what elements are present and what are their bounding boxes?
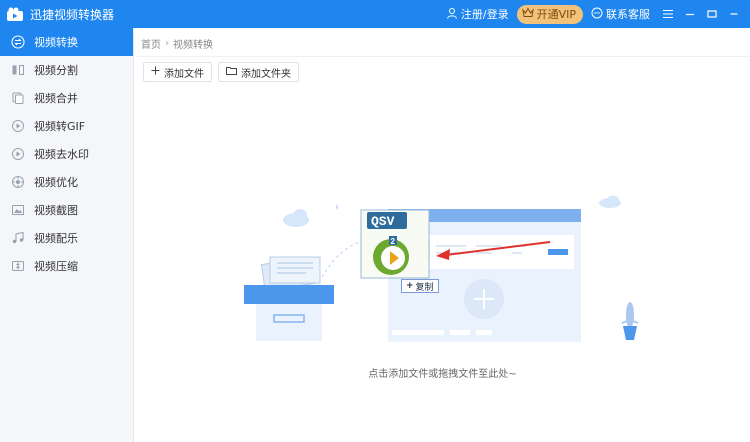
- crown-icon: [521, 7, 537, 21]
- plus-icon: [151, 66, 164, 78]
- sidebar-item-gif[interactable]: 视频转GIF: [0, 112, 133, 140]
- sidebar-item-convert[interactable]: 视频转换: [0, 28, 133, 56]
- merge-icon: [11, 91, 25, 105]
- user-icon: [446, 7, 461, 22]
- add-folder-button[interactable]: 添加文件夹: [218, 62, 299, 82]
- sidebar-item-label: 视频转换: [34, 36, 78, 49]
- convert-icon: [11, 35, 25, 49]
- add-file-button[interactable]: 添加文件: [143, 62, 212, 82]
- sidebar-item-screenshot[interactable]: 视频截图: [0, 196, 133, 224]
- sidebar-item-merge[interactable]: 视频合并: [0, 84, 133, 112]
- close-icon[interactable]: [726, 6, 742, 22]
- breadcrumb-current: 视频转换: [173, 40, 213, 51]
- cloud-icon: [283, 209, 309, 227]
- sidebar-item-compress[interactable]: 视频压缩: [0, 252, 133, 280]
- split-icon: [11, 63, 25, 77]
- app-title: 迅捷视频转换器: [30, 7, 115, 22]
- breadcrumb: 首页 › 视频转换: [141, 36, 213, 51]
- add-folder-label: 添加文件夹: [241, 68, 291, 80]
- restore-icon[interactable]: [704, 6, 720, 22]
- screenshot-icon: [11, 203, 25, 217]
- dropzone-hint[interactable]: 点击添加文件或拖拽文件至此处~: [135, 365, 750, 380]
- app-logo-icon: [6, 6, 24, 22]
- folder-icon: [226, 66, 241, 78]
- plus-icon: +: [406, 281, 414, 291]
- copy-tooltip: + 复制: [401, 279, 439, 293]
- sidebar-item-split[interactable]: 视频分割: [0, 56, 133, 84]
- qsv-file-icon: QSV 2: [360, 209, 430, 279]
- vip-label: 开通VIP: [536, 8, 576, 21]
- title-bar: 迅捷视频转换器 注册/登录 开通VIP 联系客服: [0, 0, 750, 28]
- sidebar-item-label: 视频转GIF: [34, 120, 86, 133]
- login-button[interactable]: 注册/登录: [446, 6, 509, 22]
- minimize-icon[interactable]: [682, 6, 698, 22]
- sidebar-item-label: 视频配乐: [34, 232, 78, 245]
- file-badge-text: QSV: [371, 214, 395, 229]
- service-label: 联系客服: [606, 8, 650, 21]
- plant-icon: [621, 302, 639, 340]
- menu-icon[interactable]: [660, 6, 676, 22]
- contact-service-button[interactable]: 联系客服: [591, 6, 650, 22]
- watermark-icon: [11, 147, 25, 161]
- add-file-label: 添加文件: [164, 68, 204, 80]
- optimize-icon: [11, 175, 25, 189]
- vip-button[interactable]: 开通VIP: [516, 4, 583, 24]
- chat-bubble-icon: [591, 7, 606, 22]
- document-box-icon: [244, 256, 334, 341]
- login-label: 注册/登录: [460, 8, 509, 21]
- sidebar-item-label: 视频压缩: [34, 260, 78, 273]
- sparkle-icon: [335, 204, 339, 210]
- toolbar: 添加文件 添加文件夹: [143, 62, 305, 82]
- breadcrumb-separator: ›: [165, 38, 169, 49]
- copy-label: 复制: [415, 282, 434, 293]
- title-actions: 注册/登录 开通VIP 联系客服: [438, 0, 742, 28]
- music-icon: [11, 231, 25, 245]
- file-badge-number: 2: [391, 237, 396, 246]
- compress-icon: [11, 259, 25, 273]
- sidebar-item-optimize[interactable]: 视频优化: [0, 168, 133, 196]
- sidebar-item-label: 视频去水印: [34, 148, 89, 161]
- sidebar-item-label: 视频截图: [34, 204, 78, 217]
- sidebar-item-label: 视频合并: [34, 92, 78, 105]
- sidebar: 视频转换 视频分割 视频合并 视频转GIF 视频去水印 视频优化 视频截图 视频…: [0, 28, 134, 442]
- header-divider: [135, 56, 750, 57]
- sidebar-item-label: 视频优化: [34, 176, 78, 189]
- sidebar-item-label: 视频分割: [34, 64, 78, 77]
- gif-icon: [11, 119, 25, 133]
- sidebar-item-watermark[interactable]: 视频去水印: [0, 140, 133, 168]
- sidebar-item-music[interactable]: 视频配乐: [0, 224, 133, 252]
- cloud-icon: [599, 195, 621, 208]
- dropzone-illustration[interactable]: QSV 2: [230, 195, 650, 345]
- breadcrumb-home[interactable]: 首页: [141, 36, 161, 51]
